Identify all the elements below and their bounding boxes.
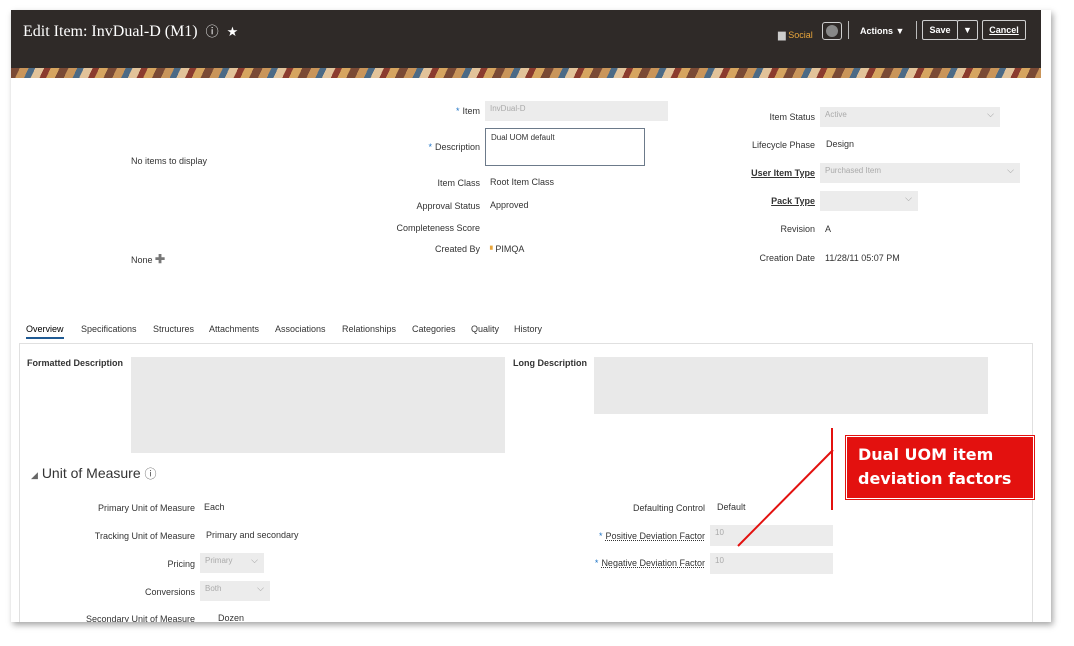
- negative-deviation-label: * Negative Deviation Factor: [594, 558, 705, 568]
- chevron-down-icon: ⌵: [251, 555, 258, 565]
- created-by-label: Created By: [434, 244, 480, 254]
- defaulting-control-value: Default: [717, 502, 746, 512]
- item-status-select[interactable]: Active ⌵: [820, 107, 1000, 127]
- tracking-uom-value: Primary and secondary: [206, 530, 299, 540]
- page-header: Edit Item: InvDual-D (M1) ⓘ ★ ▆ Social A…: [11, 10, 1041, 68]
- description-label: * Description: [428, 142, 480, 152]
- callout-box: Dual UOM item deviation factors: [845, 435, 1035, 500]
- save-button[interactable]: Save: [922, 20, 958, 40]
- negative-deviation-field[interactable]: 10: [710, 553, 833, 574]
- lifecycle-phase-label: Lifecycle Phase: [751, 140, 815, 150]
- item-class-value: Root Item Class: [490, 177, 555, 187]
- cancel-button[interactable]: Cancel: [982, 20, 1026, 40]
- tab-structures[interactable]: Structures: [153, 324, 194, 334]
- tab-categories[interactable]: Categories: [412, 324, 456, 334]
- item-status-label: Item Status: [769, 112, 815, 122]
- completeness-label: Completeness Score: [396, 223, 480, 233]
- chevron-down-icon: ⌵: [987, 109, 994, 119]
- formatted-description-field[interactable]: [131, 357, 505, 453]
- tracking-uom-label: Tracking Unit of Measure: [94, 531, 195, 541]
- globe-button[interactable]: [822, 22, 842, 40]
- creation-date-label: Creation Date: [759, 253, 815, 263]
- long-description-field[interactable]: [594, 357, 988, 414]
- formatted-description-label: Formatted Description: [27, 358, 124, 368]
- save-dropdown-button[interactable]: ▼: [957, 20, 978, 40]
- tab-relationships[interactable]: Relationships: [342, 324, 396, 334]
- long-description-label: Long Description: [513, 358, 587, 368]
- positive-deviation-label: * Positive Deviation Factor: [598, 531, 705, 541]
- tab-specifications[interactable]: Specifications: [81, 324, 137, 334]
- help-icon[interactable]: ⓘ: [145, 467, 157, 481]
- positive-deviation-field[interactable]: 10: [710, 525, 833, 546]
- pricing-label: Pricing: [167, 559, 195, 569]
- pack-type-label[interactable]: Pack Type: [771, 196, 815, 206]
- user-item-type-select[interactable]: Purchased Item ⌵: [820, 163, 1020, 183]
- header-separator: [848, 21, 849, 39]
- creation-date-value: 11/28/11 05:07 PM: [825, 253, 900, 263]
- created-by-value[interactable]: ▘PIMQA: [490, 244, 524, 254]
- tab-attachments[interactable]: Attachments: [209, 324, 259, 334]
- item-field[interactable]: InvDual-D: [485, 101, 668, 121]
- item-label: * Item: [455, 106, 480, 116]
- collapse-triangle-icon: ◢: [31, 470, 38, 480]
- no-items-text: No items to display: [131, 156, 208, 166]
- tab-quality[interactable]: Quality: [471, 324, 499, 334]
- header-decorative-stripe: [11, 68, 1041, 78]
- header-separator: [916, 21, 917, 39]
- user-item-type-label[interactable]: User Item Type: [751, 168, 815, 178]
- defaulting-control-label: Defaulting Control: [632, 503, 705, 513]
- chevron-down-icon: ⌵: [905, 193, 912, 203]
- none-text: None ✚: [131, 252, 166, 266]
- lifecycle-phase-value: Design: [826, 139, 855, 149]
- chevron-down-icon: ⌵: [257, 583, 264, 593]
- add-icon[interactable]: ✚: [155, 252, 165, 266]
- uom-section-header[interactable]: ◢ Unit of Measure ⓘ: [31, 465, 157, 482]
- primary-uom-value: Each: [204, 502, 225, 512]
- tab-overview[interactable]: Overview: [26, 324, 64, 339]
- edit-item-page: Edit Item: InvDual-D (M1) ⓘ ★ ▆ Social A…: [11, 10, 1051, 622]
- pack-type-select[interactable]: ⌵: [820, 191, 918, 211]
- tab-associations[interactable]: Associations: [275, 324, 326, 334]
- conversions-select[interactable]: Both ⌵: [200, 581, 270, 601]
- secondary-uom-value: Dozen: [218, 613, 245, 622]
- actions-menu[interactable]: Actions ▼: [860, 26, 904, 36]
- help-icon[interactable]: ⓘ: [206, 25, 219, 40]
- chevron-down-icon: ⌵: [1007, 165, 1014, 175]
- revision-label: Revision: [780, 224, 815, 234]
- secondary-uom-label: Secondary Unit of Measure: [85, 614, 195, 622]
- approval-status-label: Approval Status: [416, 201, 480, 211]
- approval-status-value: Approved: [490, 200, 529, 210]
- tab-history[interactable]: History: [514, 324, 542, 334]
- description-field[interactable]: Dual UOM default: [485, 128, 645, 166]
- star-icon[interactable]: ★: [227, 25, 239, 40]
- social-button[interactable]: ▆ Social: [778, 30, 813, 41]
- conversions-label: Conversions: [144, 587, 195, 597]
- globe-icon: [826, 25, 838, 37]
- primary-uom-label: Primary Unit of Measure: [97, 503, 195, 513]
- social-icon: ▆: [778, 30, 786, 41]
- pricing-select[interactable]: Primary ⌵: [200, 553, 264, 573]
- revision-value: A: [825, 224, 832, 234]
- page-title: Edit Item: InvDual-D (M1) ⓘ ★: [23, 23, 239, 40]
- item-class-label: Item Class: [437, 178, 480, 188]
